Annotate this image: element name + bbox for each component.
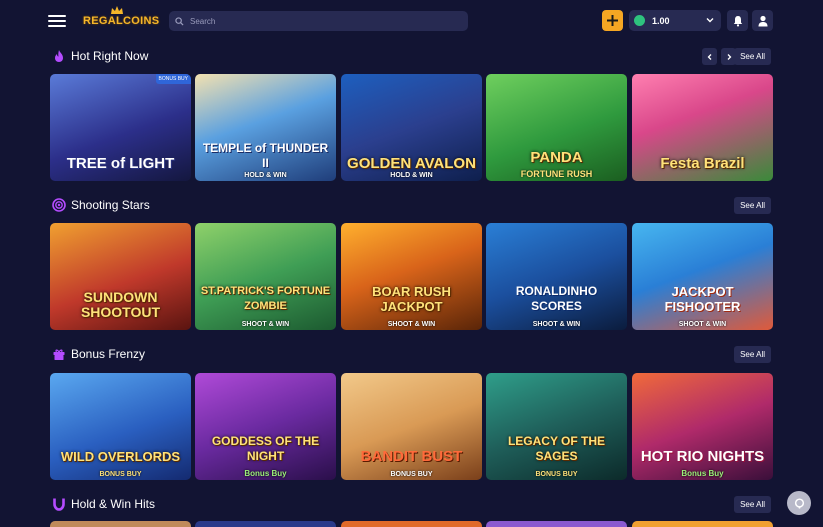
game-title: LEGACY OF THE SAGES [507,434,606,463]
section-header-shooting-stars: Shooting Stars See All [50,196,774,216]
game-card[interactable]: BANDIT BUST BONUS BUY [341,373,482,480]
see-all-button[interactable]: See All [734,48,771,65]
user-icon [758,15,767,26]
see-all-button[interactable]: See All [734,346,771,363]
game-row-bonus-frenzy: WILD OVERLORDS BONUS BUY GODDESS OF THE … [50,373,774,480]
game-card[interactable]: PANDA FORTUNE RUSH [486,74,627,181]
game-card[interactable] [50,521,191,527]
game-title: BANDIT BUST [360,448,463,465]
game-title: BOAR RUSH JACKPOT [372,284,451,314]
game-card[interactable]: WILD OVERLORDS BONUS BUY [50,373,191,480]
game-title: Festa Brazil [660,155,745,172]
game-card[interactable]: BONUS BUY TREE of LIGHT [50,74,191,181]
game-card[interactable]: TEMPLE of THUNDER II HOLD & WIN [195,74,336,181]
chevron-down-icon [706,18,714,23]
game-title: HOT RIO NIGHTS [640,448,765,465]
game-card[interactable]: JACKPOT FISHOOTER SHOOT & WIN [632,223,773,330]
bell-icon [733,15,742,26]
game-title: PANDA [530,149,583,166]
crown-icon [111,6,123,14]
game-title: WILD OVERLORDS [60,449,181,464]
game-card[interactable]: LEGACY OF THE SAGES BONUS BUY [486,373,627,480]
game-subtitle: Bonus Buy [244,469,287,478]
prev-button[interactable] [702,48,717,65]
search-input[interactable] [188,15,452,27]
profile-button[interactable] [752,10,773,31]
game-card[interactable]: GODDESS OF THE NIGHT Bonus Buy [195,373,336,480]
game-subtitle: HOLD & WIN [390,172,433,179]
game-card[interactable]: HOT RIO NIGHTS Bonus Buy [632,373,773,480]
search-bar[interactable] [169,11,468,31]
game-title: TEMPLE of THUNDER II [202,141,329,170]
gift-icon [53,349,65,360]
game-subtitle: Bonus Buy [681,469,724,478]
see-all-button[interactable]: See All [734,496,771,513]
section-header-bonus-frenzy: Bonus Frenzy See All [50,345,774,365]
logo[interactable]: REGALCOINS [83,6,160,33]
plus-icon [607,15,618,26]
game-title: GODDESS OF THE NIGHT [211,434,320,463]
game-subtitle: SHOOT & WIN [241,321,290,328]
game-card[interactable]: GOLDEN AVALON HOLD & WIN [341,74,482,181]
game-title: ST.PATRICK'S FORTUNE ZOMBIE [200,285,331,312]
game-card[interactable]: ST.PATRICK'S FORTUNE ZOMBIE SHOOT & WIN [195,223,336,330]
game-title: SUNDOWN SHOOTOUT [80,289,161,320]
coin-icon [634,15,645,26]
game-title: GOLDEN AVALON [347,155,476,172]
chat-icon [794,497,804,509]
balance-value: 1.00 [652,15,670,26]
game-card[interactable]: RONALDINHO SCORES SHOOT & WIN [486,223,627,330]
section-title: Shooting Stars [71,198,150,212]
game-card[interactable]: SUNDOWN SHOOTOUT [50,223,191,330]
balance-selector[interactable]: 1.00 [629,10,721,31]
game-subtitle: BONUS BUY [390,471,433,478]
deposit-button[interactable] [602,10,623,31]
game-card[interactable]: BOAR RUSH JACKPOT SHOOT & WIN [341,223,482,330]
game-title: RONALDINHO SCORES [515,284,598,313]
game-card[interactable] [632,521,773,527]
game-title: TREE of LIGHT [66,155,175,172]
search-icon [175,16,184,26]
logo-text: REGALCOINS [83,15,160,27]
game-card[interactable] [195,521,336,527]
section-title: Hold & Win Hits [71,497,156,511]
hamburger-icon[interactable] [48,15,66,27]
game-subtitle: SHOOT & WIN [678,321,727,328]
flame-icon [55,50,63,62]
chat-support-button[interactable] [787,491,811,515]
game-subtitle: BONUS BUY [99,471,142,478]
game-row-hot-right-now: BONUS BUY TREE of LIGHT TEMPLE of THUNDE… [50,74,774,181]
game-card[interactable] [341,521,482,527]
game-subtitle: FORTUNE RUSH [520,169,593,179]
section-title: Hot Right Now [71,49,149,63]
section-header-hold-win-hits: Hold & Win Hits See All [50,495,774,515]
see-all-button[interactable]: See All [734,197,771,214]
game-subtitle: SHOOT & WIN [387,321,436,328]
game-subtitle: BONUS BUY [535,471,578,478]
game-subtitle: SHOOT & WIN [532,321,581,328]
section-header-hot-right-now: Hot Right Now See All [50,47,774,67]
section-title: Bonus Frenzy [71,347,146,361]
bonus-buy-badge: BONUS BUY [155,74,191,84]
chevron-right-icon [727,53,731,60]
chevron-left-icon [707,53,711,60]
game-title: JACKPOT FISHOOTER [664,284,741,314]
top-bar: REGALCOINS 1.00 [0,0,823,42]
notifications-button[interactable] [727,10,748,31]
game-subtitle: HOLD & WIN [244,172,287,179]
target-icon [52,198,66,212]
game-card[interactable] [486,521,627,527]
game-row-shooting-stars: SUNDOWN SHOOTOUT ST.PATRICK'S FORTUNE ZO… [50,223,774,330]
game-card[interactable]: Festa Brazil [632,74,773,181]
game-row-hold-win-hits [50,521,774,527]
magnet-icon [53,498,65,511]
